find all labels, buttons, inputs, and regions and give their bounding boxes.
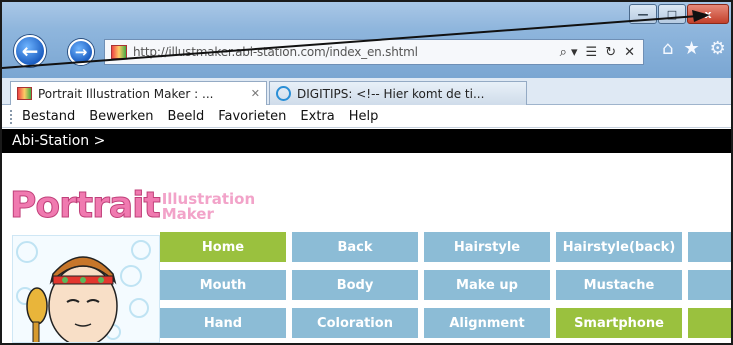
logo-sub-text: Illustration Maker: [162, 192, 255, 222]
forward-button[interactable]: →: [68, 39, 94, 65]
menu-item-extra[interactable]: Extra: [300, 109, 334, 124]
screenshot-frame: — □ x ← → http://illustmaker.abi-station…: [0, 0, 733, 345]
tab-portrait-illustration-maker[interactable]: Portrait Illustration Maker : ... ✕: [10, 81, 267, 105]
part-button-smartphone[interactable]: Smartphone: [556, 308, 682, 338]
part-button-make-up[interactable]: Make up: [424, 270, 550, 300]
refresh-icon[interactable]: ↻: [605, 45, 616, 60]
part-button-coloration[interactable]: Coloration: [292, 308, 418, 338]
part-button-hairstyle-back[interactable]: Hairstyle(back): [556, 232, 682, 262]
page-header-bar[interactable]: Abi-Station >: [2, 129, 731, 153]
close-window-button[interactable]: x: [687, 4, 729, 24]
tab-strip: Portrait Illustration Maker : ... ✕ DIGI…: [2, 78, 731, 105]
part-button-alignment[interactable]: Alignment: [424, 308, 550, 338]
tools-gear-icon[interactable]: ⚙: [710, 38, 726, 59]
menu-item-beeld[interactable]: Beeld: [167, 109, 204, 124]
avatar-illustration-icon: [16, 240, 151, 342]
part-button-fa[interactable]: Fa: [688, 232, 731, 262]
compatibility-view-icon[interactable]: ☰: [586, 45, 598, 60]
part-button-g[interactable]: G: [688, 270, 731, 300]
maximize-button[interactable]: □: [658, 4, 686, 24]
tab-digitips[interactable]: DIGITIPS: <!-- Hier komt de ti...: [269, 81, 527, 105]
browser-titlebar: — □ x ← → http://illustmaker.abi-station…: [2, 2, 731, 78]
menu-item-help[interactable]: Help: [349, 109, 379, 124]
back-arrow-icon: ←: [21, 39, 39, 63]
part-button-hand[interactable]: Hand: [160, 308, 286, 338]
back-button[interactable]: ←: [14, 35, 46, 67]
favorites-star-icon[interactable]: ★: [683, 38, 699, 59]
part-button-hairstyle[interactable]: Hairstyle: [424, 232, 550, 262]
address-tools: ⌕ ▾ ☰ ↻ ✕: [560, 45, 643, 60]
navigation-bar: ← → http://illustmaker.abi-station.com/i…: [2, 30, 731, 70]
menu-item-bewerken[interactable]: Bewerken: [89, 109, 153, 124]
address-url[interactable]: http://illustmaker.abi-station.com/index…: [133, 45, 560, 59]
menu-item-bestand[interactable]: Bestand: [22, 109, 75, 124]
site-favicon-icon: [111, 45, 127, 59]
part-button-mouth[interactable]: Mouth: [160, 270, 286, 300]
menu-item-favorieten[interactable]: Favorieten: [218, 109, 286, 124]
window-controls: — □ x: [628, 4, 729, 26]
portrait-preview: [12, 235, 160, 343]
forward-arrow-icon: →: [74, 43, 88, 61]
ie-logo-icon: [276, 86, 291, 101]
stop-icon[interactable]: ✕: [624, 45, 635, 60]
address-bar[interactable]: http://illustmaker.abi-station.com/index…: [104, 39, 644, 65]
part-button-home[interactable]: Home: [160, 232, 286, 262]
home-icon[interactable]: ⌂: [662, 38, 673, 59]
menu-grip-icon: [10, 110, 13, 124]
part-button-pe[interactable]: Pe: [688, 308, 731, 338]
part-button-mustache[interactable]: Mustache: [556, 270, 682, 300]
logo-sub-line-2: Maker: [161, 205, 214, 223]
menu-bar: Bestand Bewerken Beeld Favorieten Extra …: [2, 106, 731, 128]
minimize-button[interactable]: —: [629, 4, 657, 24]
part-button-back[interactable]: Back: [292, 232, 418, 262]
site-logo[interactable]: Portrait Illustration Maker: [10, 178, 256, 226]
tab-label: Portrait Illustration Maker : ...: [38, 86, 214, 101]
browser-toolbar-icons: ⌂ ★ ⚙: [662, 38, 726, 59]
tab-label: DIGITIPS: <!-- Hier komt de ti...: [297, 86, 485, 101]
tab-close-icon[interactable]: ✕: [251, 87, 260, 100]
search-dropdown-icon[interactable]: ⌕ ▾: [560, 45, 578, 60]
logo-main-text: Portrait: [10, 185, 162, 226]
part-button-body[interactable]: Body: [292, 270, 418, 300]
portrait-favicon-icon: [17, 87, 32, 100]
